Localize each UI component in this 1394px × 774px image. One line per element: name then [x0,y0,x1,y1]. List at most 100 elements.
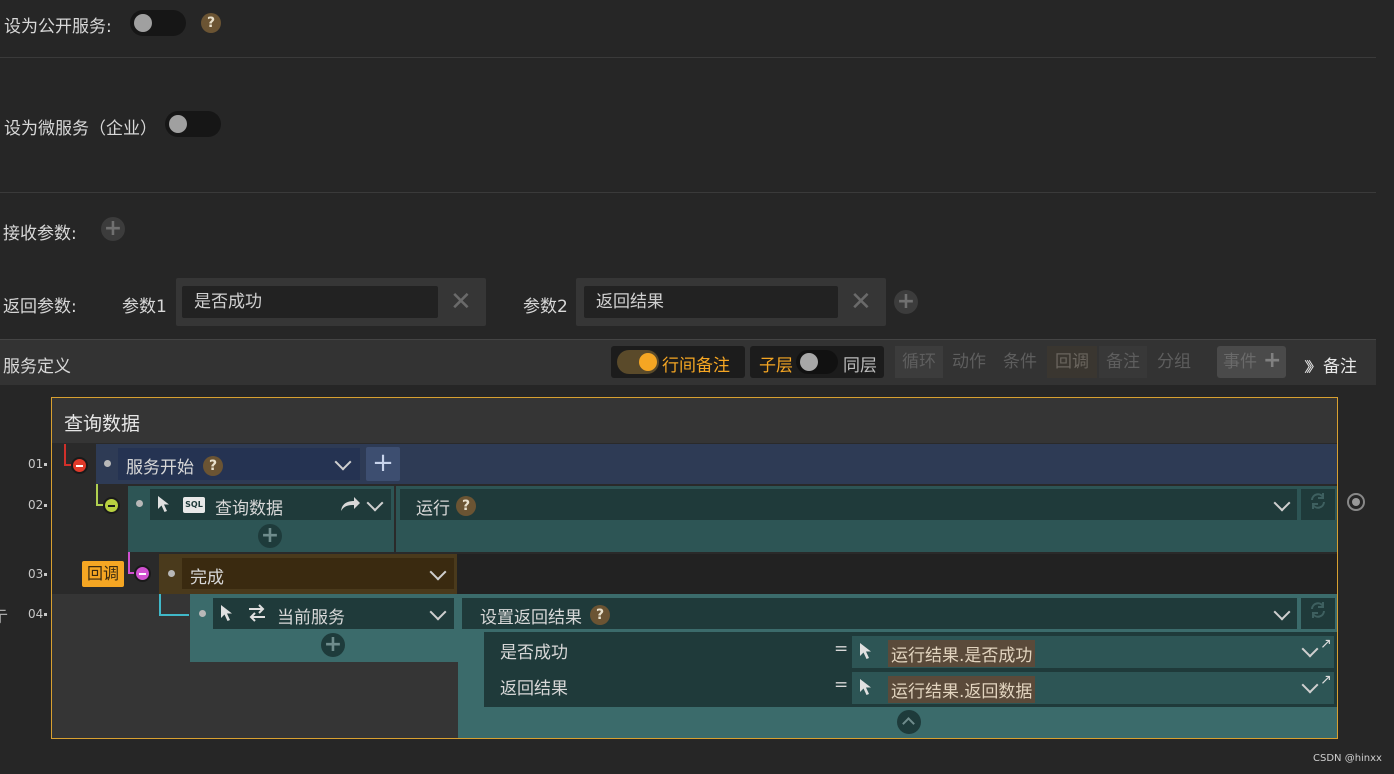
comment-right-label: 备注 [1323,357,1357,377]
collapse-node-icon[interactable] [103,497,120,514]
row-dot [44,504,47,507]
row3-band [457,554,1337,594]
comment-button[interactable]: 备注 [1099,346,1147,378]
collapse-up-button[interactable] [897,710,921,734]
loop-button[interactable]: 循环 [895,346,943,378]
set-result-help-icon[interactable]: ? [590,605,610,625]
divider [0,192,1376,193]
run-action-label: 运行 [416,499,450,519]
node-dot [104,460,111,467]
public-service-help-icon[interactable]: ? [201,13,221,33]
refresh-icon [1311,493,1325,509]
connector-line [64,444,66,466]
assignment-value: 运行结果.返回数据 [888,676,1036,703]
same-layer-label[interactable]: 同层 [843,351,877,376]
add-child-step-button[interactable]: + [321,633,345,657]
cursor-icon [221,605,232,621]
chevron-down-icon [1273,603,1291,621]
query-data-select[interactable]: SQL 查询数据 [150,489,391,520]
assignment-equals: = [834,675,849,695]
complete-label: 完成 [190,568,224,588]
service-start-help-icon[interactable]: ? [203,456,223,476]
chevron-down-icon [334,453,352,471]
redirect-icon[interactable] [339,496,361,512]
param2-label: 参数2 [523,297,568,317]
add-child-step-button[interactable]: + [258,524,282,548]
public-service-label: 设为公开服务: [4,17,112,37]
comment-panel-toggle[interactable]: 〉〉〉 备注 [1304,352,1357,377]
assignment-name: 返回结果 [500,679,568,699]
cursor-icon [860,679,871,695]
expand-icon[interactable]: ↗ [1320,636,1332,652]
param2-input[interactable]: 返回结果 [584,286,838,318]
assignment-value: 运行结果.是否成功 [888,640,1036,667]
public-service-toggle[interactable] [130,10,186,36]
row-dot [44,463,47,466]
node-dot [136,500,143,507]
remove-param1-icon[interactable]: ✕ [450,289,472,315]
row-dot [44,573,47,576]
group-button[interactable]: 分组 [1150,346,1198,378]
flow-title: 查询数据 [64,413,141,435]
cursor-icon [158,496,169,512]
row-number: 02 [28,498,44,512]
section-title: 服务定义 [3,357,71,377]
child-layer-label[interactable]: 子层 [759,351,793,376]
remove-param2-icon[interactable]: ✕ [850,289,872,315]
run-action-select[interactable]: 运行 ? [400,489,1297,520]
sql-icon: SQL [183,497,205,513]
query-data-label: 查询数据 [215,499,283,519]
row-number: 04 [28,607,44,621]
current-service-label: 当前服务 [277,608,345,628]
layer-group[interactable]: 子层 同层 [750,346,884,378]
chevron-down-icon [429,563,447,581]
micro-service-label: 设为微服务（企业） [4,119,157,139]
callback-button[interactable]: 回调 [1047,346,1097,378]
action-button[interactable]: 动作 [945,346,993,378]
assignment-name: 是否成功 [500,643,568,663]
assignment-value-select[interactable]: 运行结果.返回数据 ↗ [852,672,1334,704]
refresh-button[interactable] [1301,489,1335,520]
complete-select[interactable]: 完成 [182,558,454,589]
add-receive-param-button[interactable]: + [101,217,125,241]
left-edge-glyph: 亍 [0,607,9,626]
plus-icon: + [1263,348,1282,373]
assignment-value-select[interactable]: 运行结果.是否成功 ↗ [852,636,1334,668]
service-start-select[interactable]: 服务开始 ? [118,448,360,480]
connector-line [96,484,98,506]
chevron-down-icon [1273,494,1291,512]
add-return-param-button[interactable]: + [894,290,918,314]
connector-line [128,552,130,574]
event-button[interactable]: 事件 + [1217,346,1286,378]
flow-title-bar [52,398,1337,443]
layer-toggle[interactable] [796,350,838,374]
node-dot [168,570,175,577]
line-comment-group[interactable]: 行间备注 [611,346,745,378]
run-action-help-icon[interactable]: ? [456,496,476,516]
divider [0,57,1376,58]
target-icon[interactable] [1347,493,1365,511]
micro-service-toggle[interactable] [165,111,221,137]
current-service-select[interactable]: 当前服务 [213,598,454,629]
param1-box: 是否成功 ✕ [176,278,486,326]
chevron-down-icon [429,603,447,621]
connector-line [159,614,189,616]
refresh-button[interactable] [1301,598,1335,629]
connector-line [159,594,161,616]
param1-label: 参数1 [122,297,167,317]
line-comment-toggle[interactable] [617,350,659,374]
condition-button[interactable]: 条件 [996,346,1044,378]
add-step-button[interactable]: + [366,447,400,481]
line-comment-label: 行间备注 [662,356,730,376]
row-number: 03 [28,567,44,581]
param1-input[interactable]: 是否成功 [182,286,438,318]
set-result-select[interactable]: 设置返回结果 ? [462,598,1297,629]
chevrons-right-icon: 〉〉〉 [1304,360,1322,376]
refresh-icon [1311,602,1325,618]
expand-icon[interactable]: ↗ [1320,672,1332,688]
node-dot [199,610,206,617]
collapse-node-icon[interactable] [134,565,151,582]
return-params-label: 返回参数: [3,297,77,317]
receive-params-label: 接收参数: [3,224,77,244]
collapse-node-icon[interactable] [71,457,88,474]
